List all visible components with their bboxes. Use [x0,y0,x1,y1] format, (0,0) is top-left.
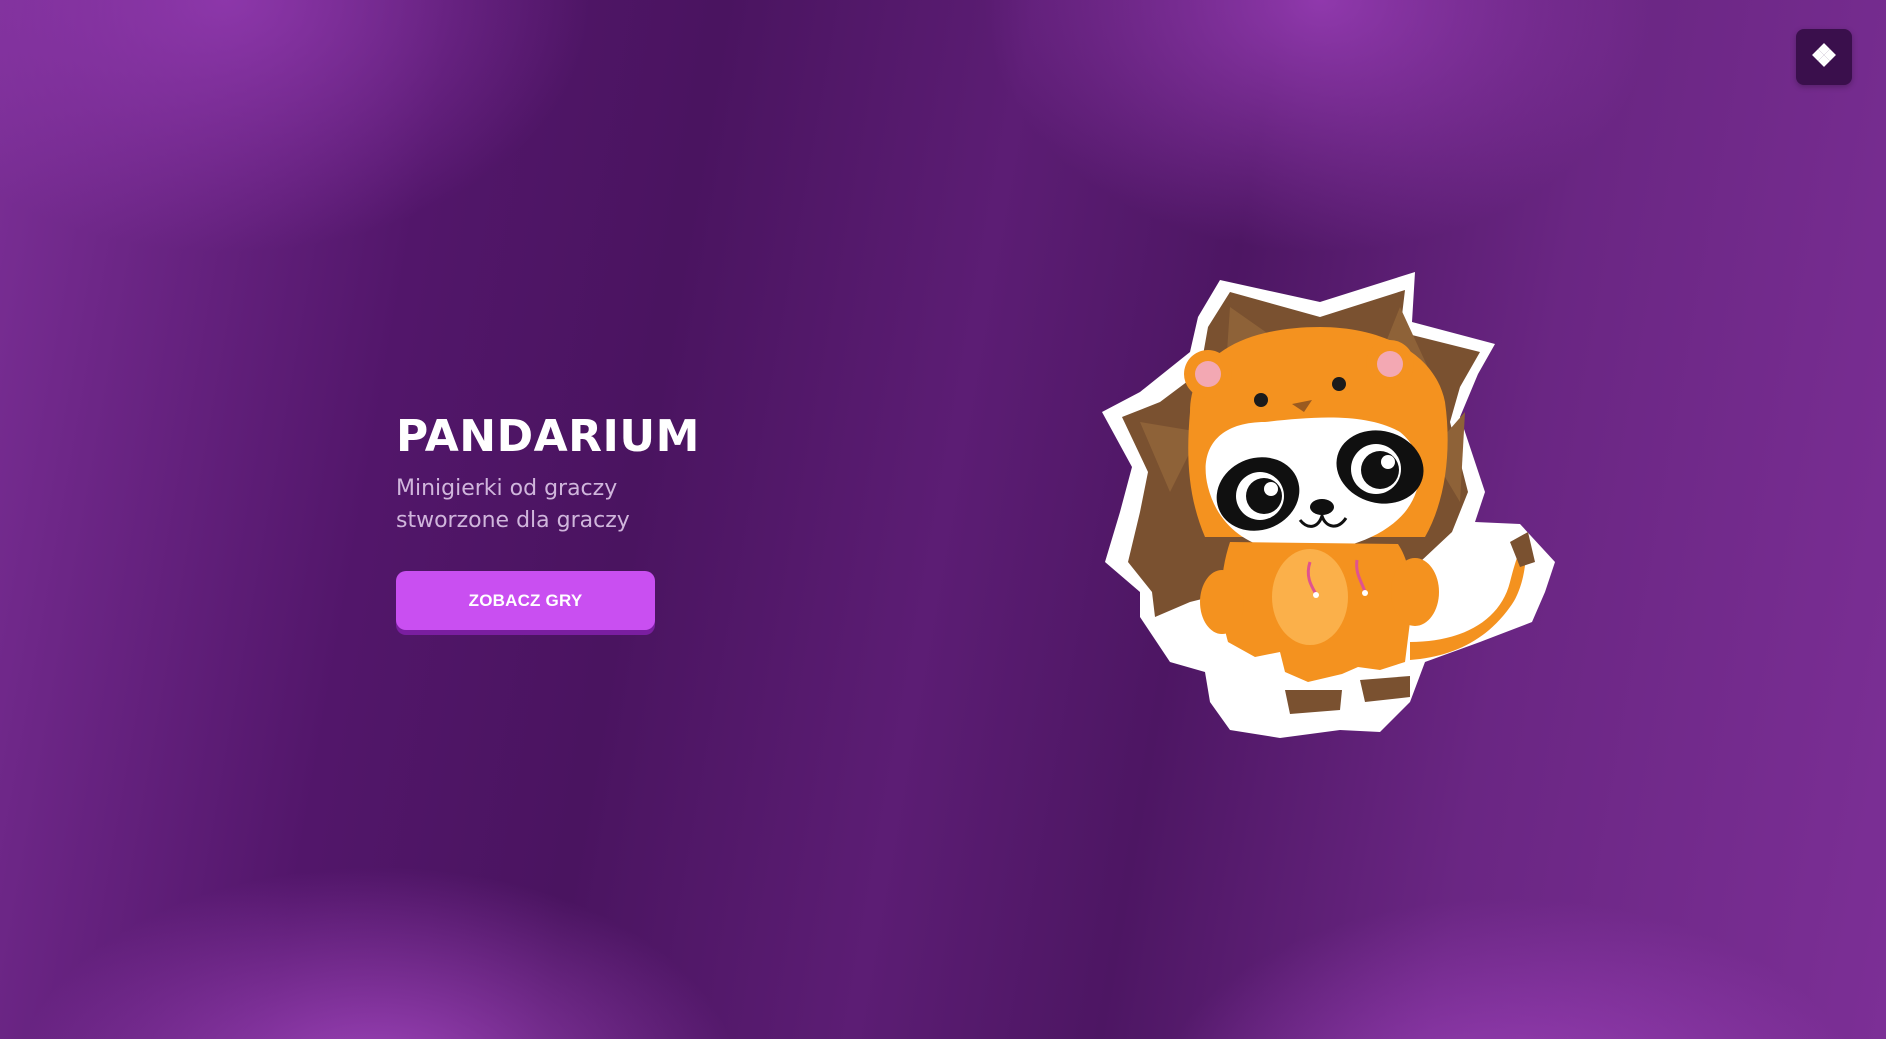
menu-button[interactable] [1796,29,1852,85]
panda-mascot-illustration [1080,262,1580,742]
hero-section: PANDARIUM Minigierki od graczy stworzone… [396,405,816,630]
page-title: PANDARIUM [396,411,700,462]
diamond-grid-icon [1811,42,1837,72]
see-games-button[interactable]: ZOBACZ GRY [396,571,655,630]
hero-subtitle: Minigierki od graczy stworzone dla gracz… [396,476,630,533]
